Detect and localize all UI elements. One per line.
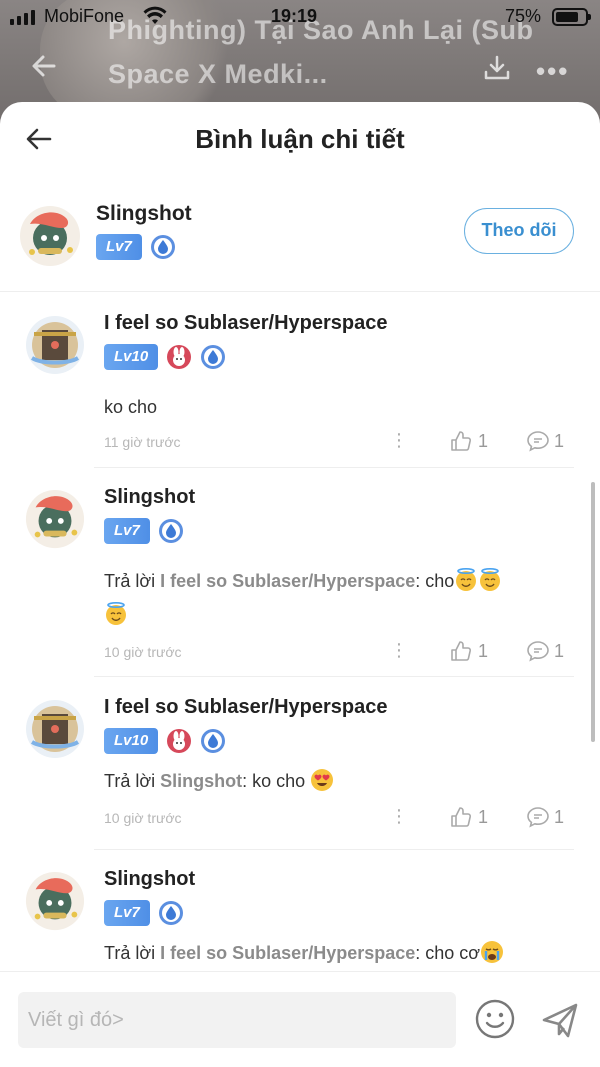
cellular-signal-icon [10,10,35,25]
comment-badges: Lv7 [104,900,184,926]
avatar[interactable] [24,698,86,760]
level-badge: Lv10 [104,728,159,754]
comment-author-name[interactable]: Slingshot [104,868,195,891]
chat-bubble-icon [527,431,549,452]
scrollbar[interactable] [591,482,595,742]
comment-input[interactable] [18,992,456,1048]
comment-body: : ko cho [242,771,311,791]
reply-button[interactable]: 1 [526,640,564,662]
comment-item: I feel so Sublaser/Hyperspace Lv10 ko ch… [0,294,600,468]
post-author: Slingshot Lv7 Theo dõi [0,182,600,292]
sheet-header: Bình luận chi tiết [0,102,600,182]
droplet-badge-icon [158,519,183,543]
background-back-icon [32,55,56,77]
avatar[interactable] [24,488,86,550]
download-icon [484,55,510,80]
droplet-badge-icon [201,345,226,369]
comment-item: Slingshot Lv7 Trả lời I feel so Sublaser… [0,850,600,974]
droplet-badge-icon [150,235,175,259]
crying-emoji-icon [481,941,504,963]
like-count: 1 [478,640,489,661]
reply-prefix: Trả lời [104,571,161,591]
like-button[interactable]: 1 [450,640,488,662]
heart-eyes-emoji-icon [311,769,334,791]
angel-emoji-icon [480,568,501,591]
emoji-icon[interactable] [474,998,516,1040]
level-badge: Lv7 [96,234,142,260]
comment-text: Trả lời Slingshot: ko cho [104,764,564,798]
more-options-icon[interactable]: ⋮ [390,806,408,827]
comment-body: : cho [415,571,455,591]
reply-count: 1 [554,806,565,827]
comment-body: : cho cơ [415,943,481,963]
status-bar: MobiFone 19:19 75% [0,0,600,34]
comment-list[interactable]: I feel so Sublaser/Hyperspace Lv10 ko ch… [0,294,600,974]
comment-item: Slingshot Lv7 Trả lời I feel so Sublaser… [0,468,600,678]
carrier-name: MobiFone [44,6,125,26]
more-icon: ••• [536,56,570,86]
level-badge: Lv7 [104,900,150,926]
bunny-badge-icon [167,345,192,369]
like-count: 1 [478,430,489,451]
thumbs-up-icon [451,807,472,827]
bunny-badge-icon [167,729,192,753]
comment-text: Trả lời I feel so Sublaser/Hyperspace: c… [104,936,564,970]
comment-author-name[interactable]: Slingshot [104,486,195,509]
reply-button[interactable]: 1 [526,430,564,452]
comment-badges: Lv10 [104,344,226,370]
reply-prefix: Trả lời [104,943,161,963]
reply-button[interactable]: 1 [526,806,564,828]
droplet-badge-icon [201,729,226,753]
comment-item: I feel so Sublaser/Hyperspace Lv10 Trả l… [0,678,600,850]
comment-text: ko cho [104,390,564,424]
sheet-title: Bình luận chi tiết [195,124,405,154]
more-options-icon[interactable]: ⋮ [390,640,408,661]
mention-link[interactable]: Slingshot [160,771,242,791]
like-button[interactable]: 1 [450,806,488,828]
author-name[interactable]: Slingshot [96,202,192,226]
thumbs-up-icon [451,431,472,451]
mention-link[interactable]: I feel so Sublaser/Hyperspace [160,571,415,591]
comment-detail-sheet: Bình luận chi tiết Slingshot Lv7 Theo dõ… [0,102,600,1067]
reply-count: 1 [554,430,565,451]
comment-time: 10 giờ trước [104,644,182,660]
like-count: 1 [478,806,489,827]
more-options-icon[interactable]: ⋮ [390,430,408,451]
comment-body: ko cho [104,397,158,417]
comment-badges: Lv10 [104,728,226,754]
comment-author-name[interactable]: I feel so Sublaser/Hyperspace [104,696,387,719]
divider [94,676,574,677]
comment-time: 10 giờ trước [104,810,182,826]
mention-link[interactable]: I feel so Sublaser/Hyperspace [160,943,415,963]
battery-icon [552,8,591,26]
reply-count: 1 [554,640,565,661]
comment-time: 11 giờ trước [104,434,181,450]
comment-composer [0,971,600,1067]
like-button[interactable]: 1 [450,430,488,452]
comment-badges: Lv7 [104,518,184,544]
droplet-badge-icon [158,901,183,925]
level-badge: Lv7 [104,518,150,544]
send-icon[interactable] [540,1000,580,1040]
chat-bubble-icon [527,641,549,662]
level-badge: Lv10 [104,344,159,370]
comment-text: Trả lời I feel so Sublaser/Hyperspace: c… [104,564,564,632]
avatar[interactable] [18,204,82,268]
wifi-icon [143,6,167,24]
avatar[interactable] [24,314,86,376]
thumbs-up-icon [451,641,472,661]
status-time: 19:19 [271,6,318,26]
follow-button[interactable]: Theo dõi [464,208,574,254]
battery-percent: 75% [505,6,542,26]
author-badges: Lv7 [96,234,176,260]
chat-bubble-icon [527,807,549,828]
reply-prefix: Trả lời [104,771,161,791]
angel-emoji-icon [456,568,477,591]
angel-emoji-icon [106,602,126,625]
avatar[interactable] [24,870,86,932]
comment-author-name[interactable]: I feel so Sublaser/Hyperspace [104,312,387,335]
